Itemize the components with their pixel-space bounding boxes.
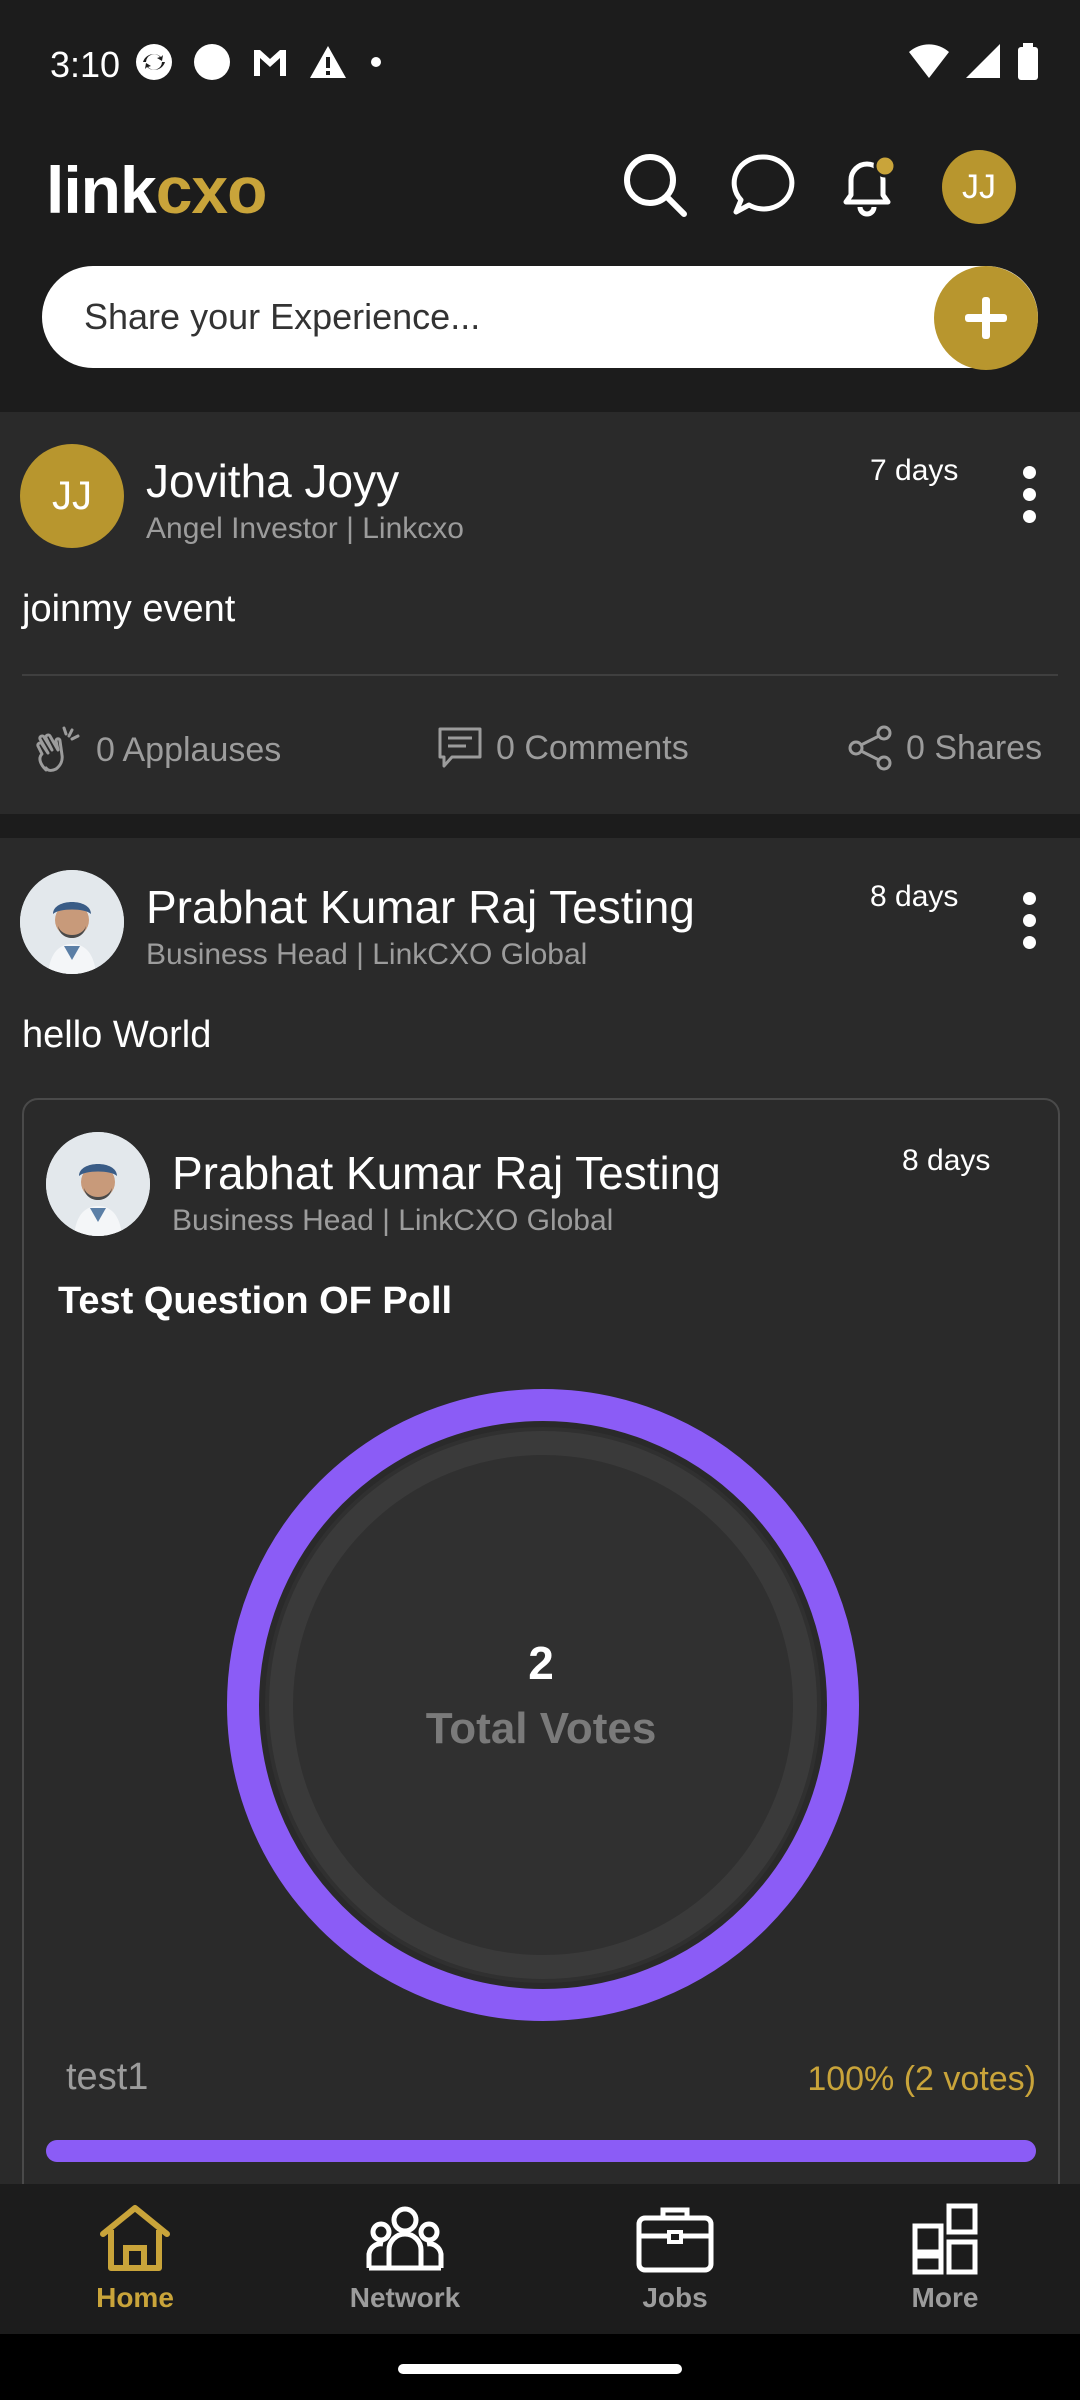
applause-button[interactable]: 0 Applauses <box>32 724 281 776</box>
search-icon[interactable] <box>622 152 688 218</box>
user-avatar[interactable]: JJ <box>942 150 1016 224</box>
author-name[interactable]: Prabhat Kumar Raj Testing <box>146 880 695 934</box>
post-time: 7 days <box>870 454 959 487</box>
poll-option-result: 100% (2 votes) <box>807 2060 1036 2098</box>
author-name[interactable]: Jovitha Joyy <box>146 454 399 508</box>
plus-icon <box>965 297 1007 339</box>
author-avatar[interactable] <box>20 870 124 974</box>
post-time: 8 days <box>870 880 959 913</box>
status-left-icons <box>134 42 386 82</box>
wifi-icon <box>909 44 949 78</box>
shares-button[interactable]: 0 Shares <box>846 724 1042 772</box>
network-icon <box>366 2206 444 2271</box>
poll-author-name[interactable]: Prabhat Kumar Raj Testing <box>172 1146 721 1200</box>
nav-home[interactable]: Home <box>0 2198 270 2314</box>
author-subtitle: Angel Investor | Linkcxo <box>146 512 464 545</box>
signal-icon <box>966 44 1000 78</box>
dot-icon <box>371 57 381 67</box>
battery-icon <box>1018 43 1038 80</box>
share-icon <box>848 725 892 771</box>
post-card: JJ Jovitha Joyy Angel Investor | Linkcxo… <box>0 412 1080 814</box>
poll-question: Test Question OF Poll <box>58 1280 453 1322</box>
total-votes-count: 2 <box>528 1637 554 1689</box>
nav-jobs-label: Jobs <box>642 2282 708 2313</box>
poll-time: 8 days <box>902 1144 991 1177</box>
share-experience-input[interactable]: Share your Experience... <box>42 266 1038 370</box>
comments-count: 0 Comments <box>496 728 689 767</box>
nav-network-label: Network <box>349 2282 461 2313</box>
nav-jobs[interactable]: Jobs <box>540 2198 810 2314</box>
bottom-navigation: Home Network Jobs More <box>0 2184 1080 2334</box>
chat-icon[interactable] <box>730 152 796 218</box>
post-text: hello World <box>22 1014 212 1056</box>
poll-option-bar[interactable] <box>46 2140 1036 2162</box>
poll-option-fill <box>46 2140 1036 2162</box>
applause-count: 0 Applauses <box>96 730 282 769</box>
post-card: Prabhat Kumar Raj Testing Business Head … <box>0 838 1080 2222</box>
sync-icon <box>136 44 172 80</box>
more-options-icon[interactable] <box>1020 892 1040 958</box>
linkcxo-logo[interactable]: linkcxo <box>46 152 267 228</box>
comments-button[interactable]: 0 Comments <box>436 724 689 772</box>
divider <box>22 674 1058 676</box>
comment-icon <box>438 727 482 768</box>
nav-more[interactable]: More <box>810 2198 1080 2314</box>
gmail-icon <box>254 50 286 76</box>
status-right-icons <box>908 42 1040 82</box>
nav-more-label: More <box>911 2282 979 2313</box>
shares-count: 0 Shares <box>906 728 1043 767</box>
status-bar: 3:10 <box>0 0 1080 130</box>
total-votes-label: Total Votes <box>425 1704 657 1753</box>
author-subtitle: Business Head | LinkCXO Global <box>146 938 588 971</box>
clap-icon <box>36 726 80 772</box>
poll-author-subtitle: Business Head | LinkCXO Global <box>172 1204 614 1237</box>
warning-icon <box>310 46 346 78</box>
circle-icon <box>194 44 230 80</box>
poll-author-avatar[interactable] <box>46 1132 150 1236</box>
home-icon <box>100 2205 170 2271</box>
gesture-area <box>0 2334 1080 2400</box>
add-post-button[interactable] <box>934 266 1038 370</box>
post-text: joinmy event <box>22 588 236 630</box>
nav-network[interactable]: Network <box>270 2198 540 2314</box>
status-time: 3:10 <box>50 44 121 85</box>
briefcase-icon <box>636 2207 714 2273</box>
grid-icon <box>912 2203 978 2275</box>
bell-icon[interactable] <box>834 152 900 218</box>
more-options-icon[interactable] <box>1020 466 1040 532</box>
author-avatar[interactable]: JJ <box>20 444 124 548</box>
gesture-handle[interactable] <box>398 2364 682 2374</box>
app-header: linkcxo JJ Share your Experience... <box>0 130 1080 410</box>
share-placeholder: Share your Experience... <box>84 296 481 337</box>
poll-card: Prabhat Kumar Raj Testing Business Head … <box>22 1098 1060 2222</box>
nav-home-label: Home <box>96 2282 174 2313</box>
poll-option-label[interactable]: test1 <box>66 2056 148 2099</box>
